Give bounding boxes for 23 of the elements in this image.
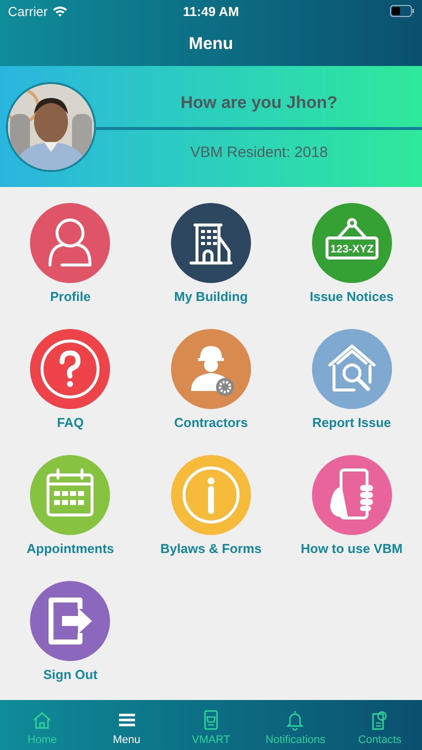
sign-text: 123-XYZ	[330, 244, 374, 256]
wifi-icon	[52, 5, 68, 17]
calendar-icon	[46, 468, 94, 516]
sign-icon	[325, 218, 378, 260]
exit-icon	[48, 598, 92, 644]
question-icon	[40, 340, 100, 398]
tab-item[interactable]: Notifications	[253, 700, 338, 750]
hand-phone-icon	[330, 468, 373, 520]
battery-icon	[390, 5, 414, 17]
worker-icon	[190, 346, 234, 396]
house-search-icon	[328, 344, 376, 392]
tab-item[interactable]: Contacts	[338, 700, 422, 750]
carrier-label: Carrier	[8, 4, 48, 18]
greeting-text: How are you Jhon?	[180, 92, 338, 112]
clock-time: 11:49 AM	[183, 4, 239, 18]
resident-text: VBM Resident: 2018	[189, 144, 329, 160]
info-icon	[182, 466, 240, 524]
tab-item[interactable]: Home	[0, 700, 84, 750]
tab-item[interactable]: Menu	[84, 700, 169, 750]
screen-title: Menu	[188, 34, 234, 54]
tab-item[interactable]: VMART	[168, 700, 254, 750]
person-icon	[48, 218, 92, 266]
building-icon	[189, 224, 232, 264]
